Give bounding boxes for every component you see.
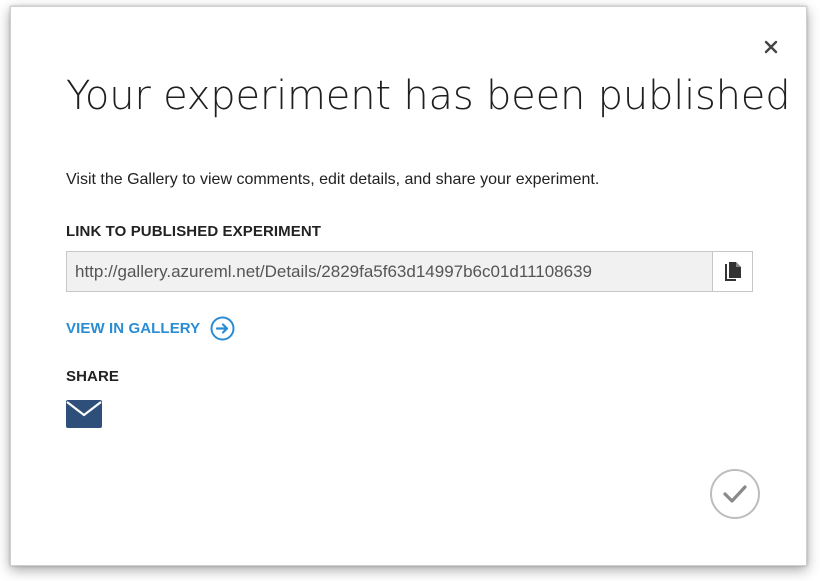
share-email-button[interactable]	[66, 400, 102, 428]
share-label: SHARE	[66, 368, 120, 385]
checkmark-circle-icon	[710, 469, 760, 519]
dialog-title: Your experiment has been published	[66, 73, 791, 119]
ok-button[interactable]	[709, 468, 761, 520]
published-link-input[interactable]	[67, 252, 712, 291]
publish-dialog: Your experiment has been published Visit…	[10, 6, 807, 566]
dialog-description: Visit the Gallery to view comments, edit…	[66, 171, 600, 188]
link-label: LINK TO PUBLISHED EXPERIMENT	[66, 223, 322, 240]
close-button[interactable]	[760, 36, 782, 58]
copy-icon	[724, 261, 741, 281]
close-icon	[764, 40, 778, 54]
view-in-gallery-link[interactable]: VIEW IN GALLERY	[66, 316, 235, 341]
email-icon	[66, 400, 102, 428]
link-field-container	[66, 251, 753, 292]
copy-link-button[interactable]	[712, 252, 752, 291]
arrow-circle-right-icon	[210, 316, 235, 341]
view-in-gallery-label: VIEW IN GALLERY	[66, 320, 201, 337]
